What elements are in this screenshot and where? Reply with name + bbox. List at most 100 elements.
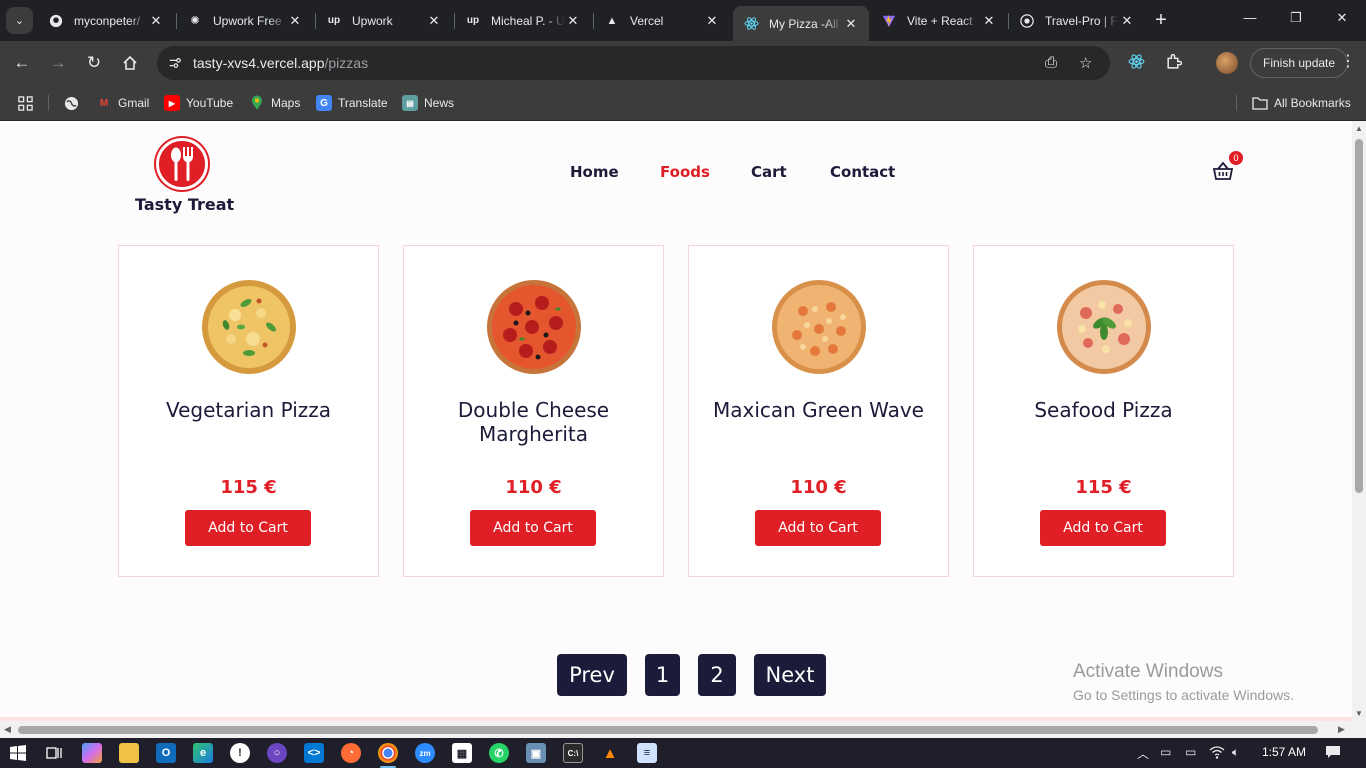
copilot-icon[interactable] bbox=[82, 743, 102, 763]
all-bookmarks[interactable]: All Bookmarks bbox=[1252, 93, 1351, 113]
nav-home[interactable]: Home bbox=[570, 163, 619, 181]
bookmark-label: Gmail bbox=[118, 96, 150, 110]
nav-cart[interactable]: Cart bbox=[751, 163, 787, 181]
mexican-pizza-image[interactable] bbox=[769, 277, 869, 377]
window-close-button[interactable]: ✕ bbox=[1332, 10, 1352, 26]
close-icon[interactable]: ✕ bbox=[981, 13, 997, 29]
pagination-page-2[interactable]: 2 bbox=[698, 654, 736, 696]
tab-vercel[interactable]: ▲ Vercel ✕ bbox=[594, 6, 730, 35]
photos-icon[interactable]: ▣ bbox=[526, 743, 546, 763]
add-to-cart-button[interactable]: Add to Cart bbox=[470, 510, 596, 546]
file-explorer-icon[interactable] bbox=[119, 743, 139, 763]
youtube-icon: ▶ bbox=[164, 95, 180, 111]
scroll-right-arrow[interactable]: ▶ bbox=[1338, 724, 1345, 735]
battery-icon[interactable]: ▭ bbox=[1185, 745, 1196, 759]
close-icon[interactable]: ✕ bbox=[565, 13, 581, 29]
notifications-icon[interactable] bbox=[1325, 745, 1341, 762]
outlook-icon[interactable]: O bbox=[156, 743, 176, 763]
tab-vite-react[interactable]: Vite + React ✕ bbox=[871, 6, 1007, 35]
terminal-icon[interactable]: C:\ bbox=[563, 743, 583, 763]
logo-text: Tasty Treat bbox=[135, 195, 235, 214]
vlc-icon[interactable]: ▲ bbox=[600, 743, 620, 763]
pagination-next-button[interactable]: Next bbox=[754, 654, 826, 696]
react-devtools-icon[interactable] bbox=[1128, 53, 1145, 74]
install-app-icon[interactable]: ⎙ bbox=[1045, 54, 1057, 71]
pagination-page-1[interactable]: 1 bbox=[645, 654, 680, 696]
tab-travel-pro[interactable]: Travel-Pro | F ✕ bbox=[1009, 6, 1145, 35]
tray-chevron-icon[interactable]: ︿ bbox=[1137, 745, 1149, 762]
app-icon[interactable]: ! bbox=[230, 743, 250, 763]
finish-update-button[interactable]: Finish update bbox=[1250, 48, 1349, 78]
scroll-left-arrow[interactable]: ◀ bbox=[4, 724, 11, 735]
profile-avatar[interactable] bbox=[1216, 52, 1238, 74]
nav-contact[interactable]: Contact bbox=[830, 163, 895, 181]
scroll-down-arrow[interactable]: ▼ bbox=[1355, 709, 1363, 718]
url-text[interactable]: tasty-xvs4.vercel.app/pizzas bbox=[193, 55, 368, 71]
vertical-scroll-thumb[interactable] bbox=[1355, 139, 1363, 493]
bookmark-news[interactable]: ▤ News bbox=[402, 93, 454, 113]
add-to-cart-button[interactable]: Add to Cart bbox=[185, 510, 311, 546]
pepperoni-pizza-image[interactable] bbox=[484, 277, 584, 377]
tab-micheal[interactable]: up Micheal P. - U ✕ bbox=[455, 6, 591, 35]
close-icon[interactable]: ✕ bbox=[287, 13, 303, 29]
close-icon[interactable]: ✕ bbox=[704, 13, 720, 29]
tab-search-button[interactable]: ⌄ bbox=[6, 7, 33, 34]
windows-start-icon[interactable] bbox=[8, 743, 28, 763]
watermark-title: Activate Windows bbox=[1073, 661, 1223, 682]
bookmark-star-icon[interactable]: ☆ bbox=[1079, 54, 1092, 72]
obs-icon[interactable]: ○ bbox=[267, 743, 287, 763]
extensions-icon[interactable] bbox=[1165, 53, 1183, 74]
bookmark-youtube[interactable]: ▶ YouTube bbox=[164, 93, 233, 113]
bookmark-gmail[interactable]: M Gmail bbox=[96, 93, 150, 113]
tab-title: Travel-Pro | F bbox=[1045, 13, 1118, 28]
chrome-icon[interactable] bbox=[378, 743, 398, 763]
add-to-cart-button[interactable]: Add to Cart bbox=[1040, 510, 1166, 546]
browser-menu-icon[interactable]: ⋮ bbox=[1340, 51, 1356, 71]
close-icon[interactable]: ✕ bbox=[148, 13, 164, 29]
close-icon[interactable]: ✕ bbox=[426, 13, 442, 29]
meet-now-icon[interactable]: ▭ bbox=[1160, 745, 1171, 759]
tab-my-pizza[interactable]: My Pizza -All ✕ bbox=[733, 6, 869, 41]
bookmark-maps[interactable]: Maps bbox=[249, 93, 300, 113]
volume-icon[interactable]: 🔈︎ bbox=[1232, 745, 1239, 760]
address-bar[interactable]: tasty-xvs4.vercel.app/pizzas ⎙ ☆ bbox=[157, 46, 1110, 80]
forward-button[interactable]: → bbox=[46, 51, 70, 75]
taskbar-clock[interactable]: 1:57 AM bbox=[1262, 745, 1306, 759]
tab-upwork-free[interactable]: ✺ Upwork Free ✕ bbox=[177, 6, 313, 35]
edge-icon[interactable]: e bbox=[193, 743, 213, 763]
restore-button[interactable]: ❐ bbox=[1286, 10, 1306, 26]
minimize-button[interactable]: — bbox=[1240, 10, 1260, 25]
zoom-icon[interactable]: zm bbox=[415, 743, 435, 763]
apps-icon[interactable] bbox=[18, 93, 33, 113]
home-button[interactable] bbox=[118, 51, 142, 75]
back-button[interactable]: ← bbox=[10, 51, 34, 75]
vegetarian-pizza-image[interactable] bbox=[199, 277, 299, 377]
postman-icon[interactable]: ◔ bbox=[341, 743, 361, 763]
pagination-prev-button[interactable]: Prev bbox=[557, 654, 627, 696]
close-icon[interactable]: ✕ bbox=[1119, 13, 1135, 29]
close-icon[interactable]: ✕ bbox=[843, 16, 859, 32]
browser-tab-strip: ⌄ myconpeter/ ✕ ✺ Upwork Free ✕ up Upwor… bbox=[0, 0, 1366, 41]
nav-foods[interactable]: Foods bbox=[660, 163, 710, 181]
globe-bookmark[interactable] bbox=[63, 93, 85, 113]
bookmark-translate[interactable]: G Translate bbox=[316, 93, 388, 113]
seafood-pizza-image[interactable] bbox=[1054, 277, 1154, 377]
store-icon[interactable]: ▦ bbox=[452, 743, 472, 763]
site-logo[interactable]: Tasty Treat bbox=[135, 138, 235, 214]
task-view-icon[interactable] bbox=[44, 743, 64, 763]
reload-button[interactable]: ↻ bbox=[82, 51, 106, 75]
vertical-scrollbar[interactable]: ▲ ▼ bbox=[1352, 121, 1366, 721]
notepad-icon[interactable]: ≡ bbox=[637, 743, 657, 763]
horizontal-scroll-thumb[interactable] bbox=[18, 726, 1318, 734]
add-to-cart-button[interactable]: Add to Cart bbox=[755, 510, 881, 546]
tab-myconpeter[interactable]: myconpeter/ ✕ bbox=[38, 6, 174, 35]
horizontal-scrollbar[interactable]: ◀ ▶ bbox=[0, 721, 1366, 738]
site-info-icon[interactable] bbox=[165, 53, 185, 73]
product-price: 115 € bbox=[220, 477, 277, 498]
new-tab-button[interactable]: + bbox=[1150, 9, 1172, 31]
wifi-icon[interactable] bbox=[1209, 745, 1225, 762]
tab-upwork[interactable]: up Upwork ✕ bbox=[316, 6, 452, 35]
vscode-icon[interactable]: <> bbox=[304, 743, 324, 763]
scroll-up-arrow[interactable]: ▲ bbox=[1355, 124, 1363, 133]
whatsapp-icon[interactable]: ✆ bbox=[489, 743, 509, 763]
